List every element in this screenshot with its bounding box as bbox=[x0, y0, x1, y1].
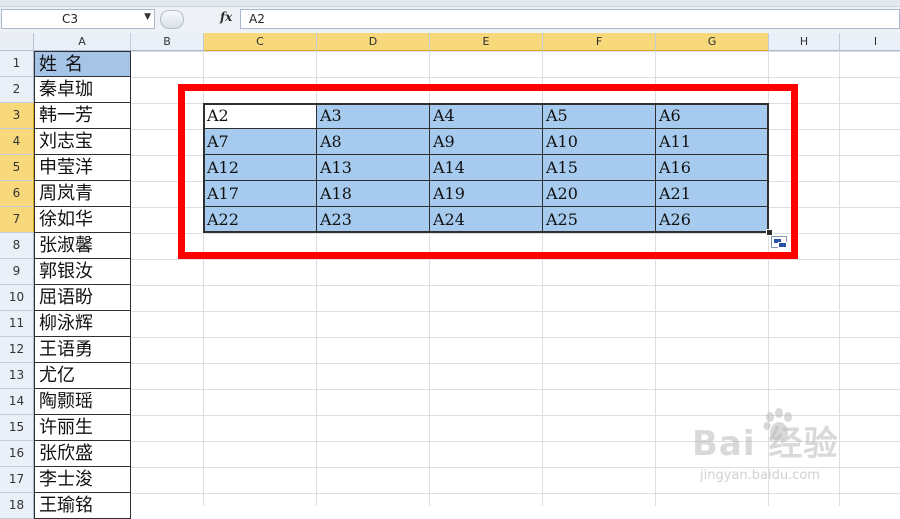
row-header-11[interactable]: 11 bbox=[0, 311, 34, 337]
result-cell[interactable]: A5 bbox=[543, 103, 656, 129]
active-cell[interactable]: A2 bbox=[204, 103, 317, 129]
result-cell[interactable]: A3 bbox=[317, 103, 430, 129]
result-cell[interactable]: A4 bbox=[430, 103, 543, 129]
formula-controls: fx bbox=[158, 9, 238, 29]
result-cell[interactable]: A24 bbox=[430, 207, 543, 233]
row-header-12[interactable]: 12 bbox=[0, 337, 34, 363]
name-cell[interactable]: 张欣盛 bbox=[34, 441, 131, 467]
result-cell[interactable]: A21 bbox=[656, 181, 769, 207]
baidu-paw-icon bbox=[763, 408, 792, 440]
paste-options-icon[interactable] bbox=[771, 236, 787, 248]
result-cell[interactable]: A13 bbox=[317, 155, 430, 181]
name-cell[interactable]: 王瑜铭 bbox=[34, 493, 131, 519]
row-header-8[interactable]: 8 bbox=[0, 233, 34, 259]
formula-bar: C3 ▼ fx A2 bbox=[0, 0, 900, 33]
name-cell[interactable]: 徐如华 bbox=[34, 207, 131, 233]
row-header-16[interactable]: 16 bbox=[0, 441, 34, 467]
name-cell[interactable]: 秦卓珈 bbox=[34, 77, 131, 103]
result-cell[interactable]: A23 bbox=[317, 207, 430, 233]
name-cell[interactable]: 韩一芳 bbox=[34, 103, 131, 129]
name-cell[interactable]: 许丽生 bbox=[34, 415, 131, 441]
result-cell[interactable]: A12 bbox=[204, 155, 317, 181]
column-header-c[interactable]: C bbox=[204, 33, 317, 51]
name-cell[interactable]: 周岚青 bbox=[34, 181, 131, 207]
name-cell[interactable]: 屈语盼 bbox=[34, 285, 131, 311]
result-cell[interactable]: A6 bbox=[656, 103, 769, 129]
name-cell[interactable]: 李士浚 bbox=[34, 467, 131, 493]
row-header-18[interactable]: 18 bbox=[0, 493, 34, 519]
name-cell[interactable]: 申莹洋 bbox=[34, 155, 131, 181]
name-cell[interactable]: 张淑馨 bbox=[34, 233, 131, 259]
result-cell[interactable]: A14 bbox=[430, 155, 543, 181]
insert-function-icon[interactable]: fx bbox=[220, 10, 232, 24]
column-header-b[interactable]: B bbox=[131, 33, 204, 51]
result-cell[interactable]: A20 bbox=[543, 181, 656, 207]
result-cell[interactable]: A10 bbox=[543, 129, 656, 155]
name-cell[interactable]: 刘志宝 bbox=[34, 129, 131, 155]
row-header-3[interactable]: 3 bbox=[0, 103, 34, 129]
chevron-down-icon[interactable]: ▼ bbox=[144, 12, 151, 22]
row-header-13[interactable]: 13 bbox=[0, 363, 34, 389]
name-cell[interactable]: 尤亿 bbox=[34, 363, 131, 389]
result-cell[interactable]: A7 bbox=[204, 129, 317, 155]
row-header-14[interactable]: 14 bbox=[0, 389, 34, 415]
row-header-1[interactable]: 1 bbox=[0, 51, 34, 77]
result-cell[interactable]: A11 bbox=[656, 129, 769, 155]
result-cell[interactable]: A17 bbox=[204, 181, 317, 207]
row-header-4[interactable]: 4 bbox=[0, 129, 34, 155]
column-header-f[interactable]: F bbox=[543, 33, 656, 51]
row-header-7[interactable]: 7 bbox=[0, 207, 34, 233]
result-cell[interactable]: A15 bbox=[543, 155, 656, 181]
name-column-header[interactable]: 姓名 bbox=[34, 51, 131, 77]
row-header-17[interactable]: 17 bbox=[0, 467, 34, 493]
column-header-g[interactable]: G bbox=[656, 33, 769, 51]
gridline bbox=[839, 51, 840, 506]
column-header-i[interactable]: I bbox=[840, 33, 900, 51]
select-all-corner[interactable] bbox=[0, 33, 34, 51]
column-header-d[interactable]: D bbox=[317, 33, 430, 51]
result-cell[interactable]: A26 bbox=[656, 207, 769, 233]
result-cell[interactable]: A25 bbox=[543, 207, 656, 233]
result-cell[interactable]: A18 bbox=[317, 181, 430, 207]
row-header-2[interactable]: 2 bbox=[0, 77, 34, 103]
result-cell[interactable]: A16 bbox=[656, 155, 769, 181]
row-header-6[interactable]: 6 bbox=[0, 181, 34, 207]
column-header-h[interactable]: H bbox=[769, 33, 840, 51]
row-header-15[interactable]: 15 bbox=[0, 415, 34, 441]
name-box[interactable]: C3 ▼ bbox=[1, 9, 155, 29]
row-header-5[interactable]: 5 bbox=[0, 155, 34, 181]
formula-bar-resize-handle[interactable] bbox=[160, 10, 184, 29]
row-header-9[interactable]: 9 bbox=[0, 259, 34, 285]
name-cell[interactable]: 柳泳辉 bbox=[34, 311, 131, 337]
result-cell[interactable]: A9 bbox=[430, 129, 543, 155]
name-cell[interactable]: 郭银汝 bbox=[34, 259, 131, 285]
column-header-a[interactable]: A bbox=[34, 33, 131, 51]
row-header-10[interactable]: 10 bbox=[0, 285, 34, 311]
watermark-url: jingyan.baidu.com bbox=[700, 468, 820, 483]
fill-handle[interactable] bbox=[766, 229, 773, 236]
result-cell[interactable]: A19 bbox=[430, 181, 543, 207]
result-cell[interactable]: A8 bbox=[317, 129, 430, 155]
ribbon-edge bbox=[0, 0, 900, 7]
result-cell[interactable]: A22 bbox=[204, 207, 317, 233]
name-cell[interactable]: 陶颢瑶 bbox=[34, 389, 131, 415]
name-cell[interactable]: 王语勇 bbox=[34, 337, 131, 363]
name-box-value: C3 bbox=[62, 12, 79, 26]
formula-input[interactable]: A2 bbox=[240, 9, 900, 29]
column-header-e[interactable]: E bbox=[430, 33, 543, 51]
